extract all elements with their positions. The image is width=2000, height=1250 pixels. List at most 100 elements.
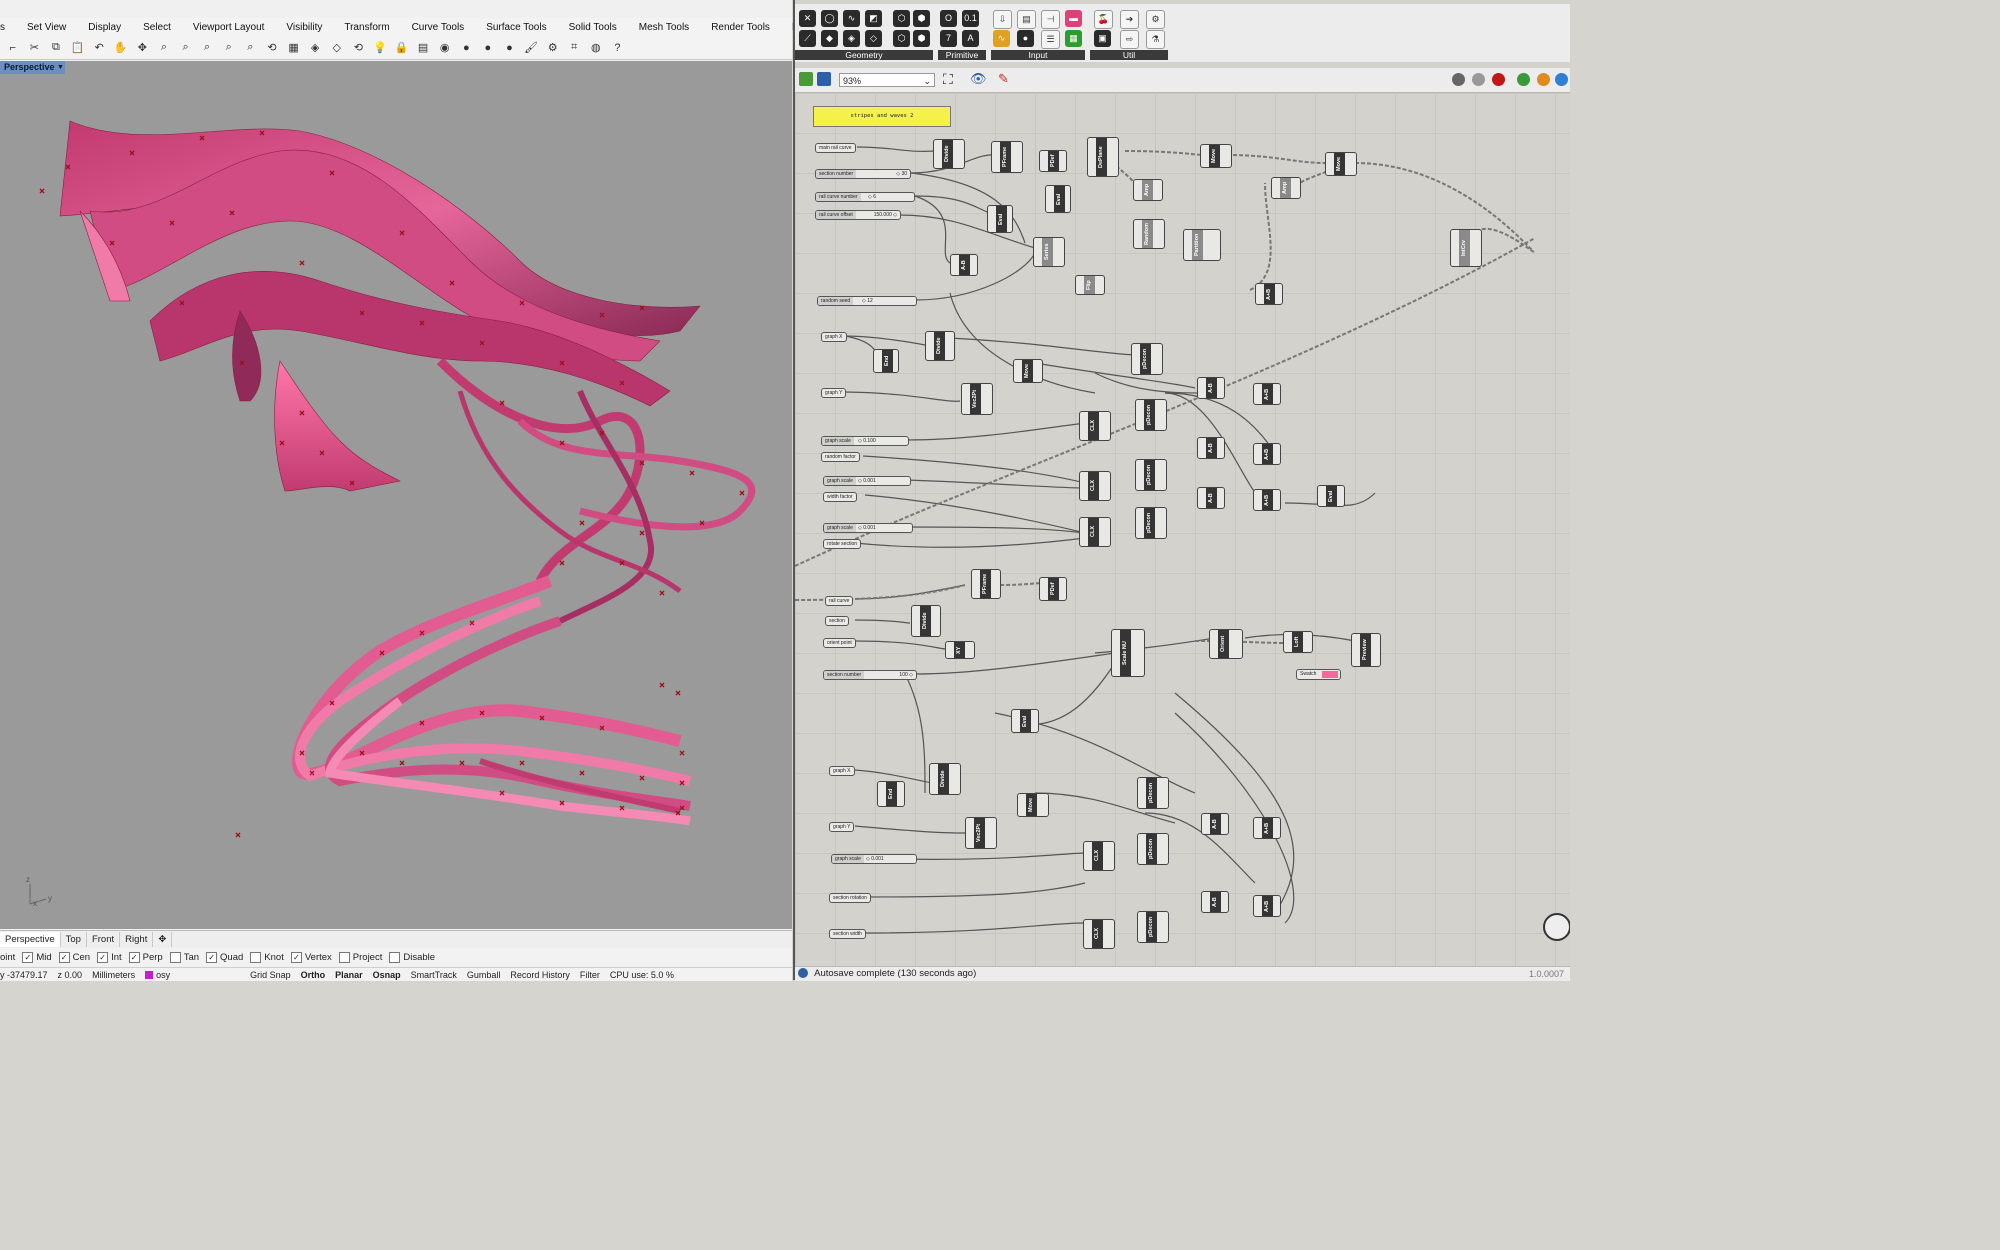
param-graph-y[interactable]: graph Y bbox=[821, 388, 847, 398]
component-pdecon-6[interactable]: pDecon bbox=[1137, 833, 1169, 865]
slider-graph-scale-2[interactable]: graph scale ◇ 0.001 bbox=[823, 476, 911, 486]
osnap-cen[interactable]: ✓ Cen bbox=[58, 951, 90, 963]
slider-graph-scale-4[interactable]: graph scale ◇ 0.001 bbox=[831, 854, 917, 864]
checkbox[interactable]: ✓ bbox=[206, 951, 218, 963]
component-end-1[interactable]: End bbox=[873, 349, 899, 373]
checkbox[interactable] bbox=[389, 951, 401, 963]
set-cplane-icon[interactable]: ◈ bbox=[307, 40, 323, 56]
util-gear-icon[interactable]: ⚙ bbox=[1146, 10, 1165, 29]
input-list-icon[interactable]: ☰ bbox=[1041, 30, 1060, 49]
component-amp-1[interactable]: Amp bbox=[1133, 179, 1163, 201]
filter-toggle[interactable]: Filter bbox=[580, 970, 600, 980]
component-divide-4[interactable]: Divide bbox=[929, 763, 961, 795]
component-divide-2[interactable]: Divide bbox=[925, 331, 955, 361]
scribble-note[interactable]: stripes and waves 2 bbox=[813, 106, 951, 127]
checkbox[interactable] bbox=[338, 951, 350, 963]
geometry-circle-icon[interactable]: ◯ bbox=[821, 10, 838, 27]
component-clx-1[interactable]: CLX bbox=[1079, 411, 1111, 441]
geometry-surface-icon[interactable]: ◩ bbox=[865, 10, 882, 27]
current-layer[interactable]: osy bbox=[145, 970, 180, 980]
component-ab-5[interactable]: A-B bbox=[1197, 487, 1225, 509]
menu-item[interactable]: Solid Tools bbox=[558, 22, 628, 33]
component-pframe-2[interactable]: PFrame bbox=[971, 569, 1001, 599]
globe-icon[interactable]: ◍ bbox=[588, 40, 604, 56]
zoom-icon[interactable]: ⌕ bbox=[156, 40, 172, 56]
zoom-extents-icon[interactable]: ⛶ bbox=[943, 71, 953, 88]
osnap-project[interactable]: Project bbox=[338, 951, 382, 963]
component-pdecon-4[interactable]: pDecon bbox=[1135, 507, 1167, 539]
param-section-width[interactable]: section width bbox=[829, 929, 866, 939]
slider-rail-curve-number[interactable]: rail curve number ◇ 6 bbox=[815, 192, 915, 202]
lock-icon[interactable]: 🔒 bbox=[393, 40, 409, 56]
zoom-extents-icon[interactable]: ⌕ bbox=[199, 40, 215, 56]
component-deplane[interactable]: DePlane bbox=[1087, 137, 1119, 177]
smarttrack-toggle[interactable]: SmartTrack bbox=[411, 970, 457, 980]
geometry-close-icon[interactable]: ✕ bbox=[799, 10, 816, 27]
primitive-ring-icon[interactable]: O bbox=[940, 10, 957, 27]
copy-icon[interactable]: ⧉ bbox=[48, 40, 64, 56]
tab-perspective[interactable]: Perspective bbox=[0, 932, 61, 947]
menu-item[interactable]: Render Tools bbox=[700, 22, 781, 33]
component-amp-2[interactable]: Amp bbox=[1271, 177, 1301, 199]
component-ab-6[interactable]: A+B bbox=[1253, 489, 1281, 511]
component-orient[interactable]: Orient bbox=[1209, 629, 1243, 659]
menu-item[interactable]: s bbox=[0, 22, 16, 33]
input-matrix-icon[interactable]: ▦ bbox=[1065, 30, 1082, 47]
component-clx-5[interactable]: CLX bbox=[1083, 919, 1115, 949]
component-preview[interactable]: Preview bbox=[1351, 633, 1381, 667]
rendered-sphere-icon[interactable]: ● bbox=[501, 40, 517, 56]
grasshopper-icon[interactable]: ⌗ bbox=[566, 40, 582, 56]
component-a-plus-b[interactable]: A+B bbox=[1255, 283, 1283, 305]
component-clx-2[interactable]: CLX bbox=[1079, 471, 1111, 501]
geometry-brep-icon[interactable]: ⬢ bbox=[913, 10, 930, 27]
checkbox[interactable]: ✓ bbox=[22, 951, 34, 963]
perspective-viewport[interactable]: Perspective ▼ z x y bbox=[0, 61, 792, 929]
osnap-oint[interactable]: oint bbox=[0, 952, 15, 963]
zoom-selected-icon[interactable]: ⌕ bbox=[221, 40, 237, 56]
osnap-knot[interactable]: Knot bbox=[250, 951, 284, 963]
component-loft[interactable]: Loft bbox=[1283, 631, 1313, 653]
component-pdef-1[interactable]: PDef bbox=[1039, 150, 1067, 172]
zoom-level-select[interactable]: 93% ⌄ bbox=[839, 73, 935, 87]
light-bulb-icon[interactable]: 💡 bbox=[372, 40, 388, 56]
component-eval-2[interactable]: Eval bbox=[987, 205, 1013, 233]
component-ab-7[interactable]: A-B bbox=[1201, 813, 1229, 835]
util-flask-icon[interactable]: ⚗ bbox=[1146, 30, 1165, 49]
component-pdef-2[interactable]: PDef bbox=[1039, 577, 1067, 601]
param-rotate-section[interactable]: rotate section bbox=[823, 539, 862, 549]
component-clx-4[interactable]: CLX bbox=[1083, 841, 1115, 871]
preview-eye-icon[interactable]: 👁 bbox=[970, 71, 987, 87]
util-cluster-icon[interactable]: ▣ bbox=[1094, 30, 1111, 47]
cut-icon[interactable]: ✂ bbox=[26, 40, 42, 56]
menu-item[interactable]: Select bbox=[132, 22, 182, 33]
param-rail-curve[interactable]: rail curve bbox=[825, 596, 854, 606]
component-move-1[interactable]: Move bbox=[1200, 144, 1232, 168]
component-a-minus-b[interactable]: A-B bbox=[950, 254, 978, 276]
component-random[interactable]: Random bbox=[1133, 219, 1165, 249]
zoom-all-icon[interactable]: ⌕ bbox=[242, 40, 258, 56]
rotate-view-icon[interactable]: ⟲ bbox=[264, 40, 280, 56]
menu-item[interactable]: Mesh Tools bbox=[628, 22, 700, 33]
osnap-int[interactable]: ✓ Int bbox=[97, 951, 122, 963]
four-view-icon[interactable]: ▦ bbox=[286, 40, 302, 56]
checkbox[interactable] bbox=[250, 951, 262, 963]
geometry-field-icon[interactable]: ◈ bbox=[843, 30, 860, 47]
sketch-pen-icon[interactable]: ✎ bbox=[998, 71, 1009, 87]
util-arrow-icon[interactable]: ➔ bbox=[1120, 10, 1139, 29]
input-toggle-icon[interactable]: ● bbox=[1017, 30, 1034, 47]
component-xy[interactable]: XY bbox=[945, 641, 975, 659]
menu-item[interactable]: Visibility bbox=[275, 22, 333, 33]
ortho-toggle[interactable]: Ortho bbox=[301, 970, 326, 980]
tab-right[interactable]: Right bbox=[120, 932, 154, 947]
slider-graph-scale-3[interactable]: graph scale ◇ 0.001 bbox=[823, 523, 913, 533]
checkbox[interactable]: ✓ bbox=[128, 951, 140, 963]
document-preview-icon[interactable] bbox=[1517, 73, 1530, 86]
geometry-twisted-icon[interactable]: ⬡ bbox=[893, 30, 910, 47]
param-random-factor[interactable]: random factor bbox=[821, 452, 860, 462]
undo-view-icon[interactable]: ⟲ bbox=[350, 40, 366, 56]
input-calculator-icon[interactable]: ▤ bbox=[1017, 10, 1036, 29]
component-partition[interactable]: Partition bbox=[1183, 229, 1221, 261]
component-end-2[interactable]: End bbox=[877, 781, 905, 807]
component-flip[interactable]: Flip bbox=[1075, 275, 1105, 295]
component-pdecon-1[interactable]: pDecon bbox=[1131, 343, 1163, 375]
